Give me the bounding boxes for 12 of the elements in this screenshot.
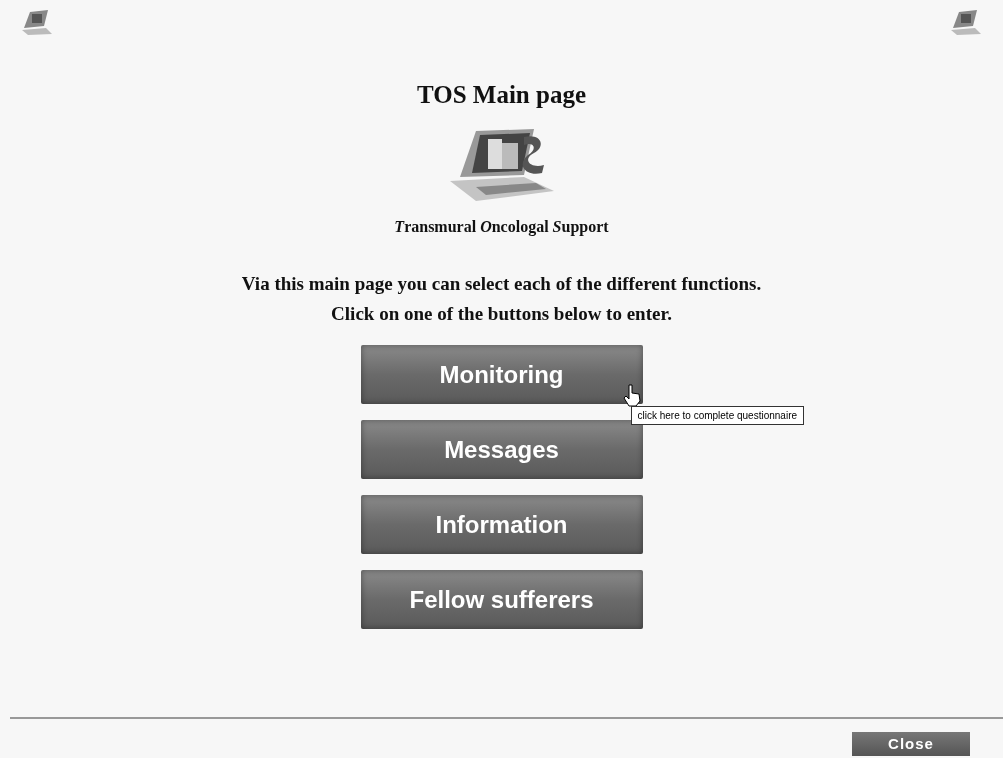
laptop-logo-icon	[949, 8, 983, 36]
menu-button[interactable]: Fellow sufferers	[360, 570, 643, 629]
menu-button[interactable]: Information	[360, 495, 643, 554]
tooltip: click here to complete questionnaire	[630, 406, 805, 425]
instruction-text: Via this main page you can select each of the different functions.	[241, 272, 762, 296]
page-title: TOS Main page	[417, 82, 586, 107]
subtitle-text: Transmural Oncologal Support	[394, 217, 609, 238]
close-button[interactable]: Close	[852, 732, 970, 756]
instruction-text: Click on one of the buttons below to enter.	[330, 302, 673, 326]
menu-button[interactable]: Messages	[360, 420, 643, 479]
laptop-logo-icon	[20, 8, 54, 36]
menu-button[interactable]: Monitoring	[360, 345, 643, 404]
